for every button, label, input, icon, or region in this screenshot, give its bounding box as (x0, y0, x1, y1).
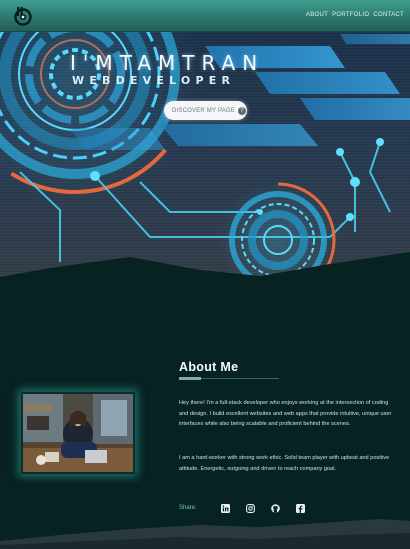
profile-photo-frame (21, 392, 135, 474)
page: ABOUT PORTFOLIO CONTACT I'MTAMTRAN WEBDE… (0, 0, 410, 549)
top-nav: ABOUT PORTFOLIO CONTACT (0, 0, 410, 32)
github-icon[interactable] (271, 503, 281, 513)
facebook-icon[interactable] (296, 503, 306, 513)
about-underline-accent (179, 377, 201, 380)
bottom-ridge (0, 519, 410, 549)
linkedin-icon[interactable] (221, 503, 231, 513)
share-row: Share: (179, 503, 321, 513)
profile-photo (23, 394, 133, 472)
discover-button-label: DISCOVER MY PAGE (172, 107, 235, 114)
hero-section: I'MTAMTRAN WEBDEVELOPER DISCOVER MY PAGE… (0, 32, 410, 300)
nav-link-about[interactable]: ABOUT (306, 12, 328, 18)
discover-button[interactable]: DISCOVER MY PAGE ? (164, 101, 247, 120)
nav-links: ABOUT PORTFOLIO CONTACT (306, 12, 404, 18)
nav-link-portfolio[interactable]: PORTFOLIO (332, 12, 369, 18)
nav-link-contact[interactable]: CONTACT (373, 12, 404, 18)
hero-subtitle: WEBDEVELOPER (72, 74, 236, 87)
share-label: Share: (179, 505, 197, 511)
instagram-icon[interactable] (246, 503, 256, 513)
about-paragraph-2: I am a hard-worker with strong work ethi… (179, 455, 390, 472)
about-paragraph-1: Hey there! I'm a full-stack developer wh… (179, 400, 392, 428)
logo-icon[interactable] (12, 5, 34, 27)
help-icon: ? (238, 106, 246, 115)
hero-title: I'MTAMTRAN (70, 51, 265, 75)
about-heading: About Me (179, 360, 239, 374)
